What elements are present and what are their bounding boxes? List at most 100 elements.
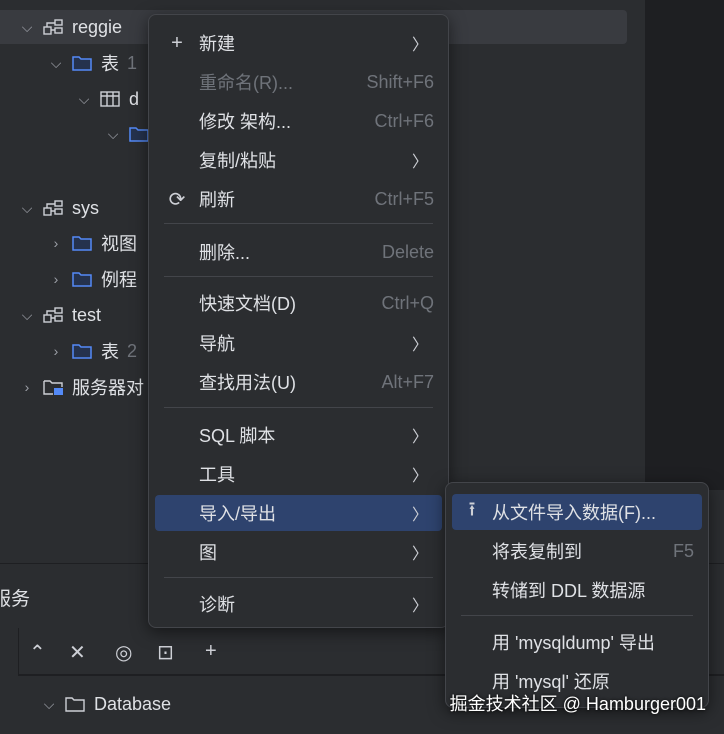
folder-icon <box>72 344 92 359</box>
menu-item-new[interactable]: + 新建 〉 <box>155 25 442 61</box>
menu-item-diagnostics[interactable]: 诊断 〉 <box>155 586 442 622</box>
schema-icon <box>43 19 63 35</box>
refresh-icon: ⟳ <box>168 188 186 211</box>
menu-item-rename[interactable]: 重命名(R)... Shift+F6 <box>155 64 442 100</box>
menu-item-modify-schema[interactable]: 修改 架构... Ctrl+F6 <box>155 103 442 139</box>
menu-item-find-usages[interactable]: 查找用法(U) Alt+F7 <box>155 364 442 400</box>
menu-shortcut: F5 <box>672 540 694 561</box>
tree-label: sys <box>72 197 99 218</box>
collapse-all-icon[interactable]: ✕ <box>69 640 86 665</box>
tree-node-tables[interactable]: › 表 2 <box>49 336 137 366</box>
menu-shortcut: Shift+F6 <box>366 71 434 92</box>
menu-label: 图 <box>199 543 217 563</box>
import-export-submenu: ⭱ 从文件导入数据(F)... 将表复制到 F5 转储到 DDL 数据源 用 'my… <box>445 482 709 708</box>
menu-item-navigate[interactable]: 导航 〉 <box>155 325 442 361</box>
menu-shortcut: Ctrl+Q <box>381 292 434 313</box>
upload-icon: ⭱ <box>468 499 476 521</box>
menu-label: 刷新 <box>199 190 235 210</box>
chevron-right-icon: 〉 <box>411 337 428 354</box>
menu-label: 诊断 <box>199 595 235 615</box>
schema-icon <box>43 307 63 323</box>
chevron-right-icon: 〉 <box>411 429 428 446</box>
menu-label: 将表复制到 <box>492 542 582 562</box>
tree-node-sys[interactable]: ⌵ sys <box>20 193 99 223</box>
services-database-node[interactable]: ⌵ Database <box>42 689 171 719</box>
menu-item-refresh[interactable]: ⟳ 刷新 Ctrl+F5 <box>155 181 442 217</box>
tree-node-folder[interactable]: ⌵ <box>106 119 150 149</box>
chevron-down-icon[interactable]: ⌵ <box>20 307 34 324</box>
tree-node-test[interactable]: ⌵ test <box>20 300 101 330</box>
tree-node-tables[interactable]: ⌵ 表 1 <box>49 48 137 78</box>
menu-label: 导入/导出 <box>199 504 277 524</box>
editor-area <box>645 0 724 490</box>
tree-node-server-objects[interactable]: › 服务器对 <box>20 372 144 402</box>
menu-item-copy-paste[interactable]: 复制/粘贴 〉 <box>155 142 442 178</box>
plus-icon: + <box>171 31 183 54</box>
menu-separator <box>461 615 693 616</box>
submenu-item-dump-ddl[interactable]: 转储到 DDL 数据源 <box>452 572 702 608</box>
folder-icon <box>65 697 85 712</box>
menu-label: 复制/粘贴 <box>199 151 277 171</box>
tree-label: Database <box>94 693 172 714</box>
chevron-right-icon[interactable]: › <box>49 271 63 287</box>
tree-node-table[interactable]: ⌵ d <box>77 84 139 114</box>
menu-label: 用 'mysqldump' 导出 <box>492 633 655 653</box>
add-tab-icon[interactable]: ⊡ <box>157 640 174 665</box>
menu-item-tools[interactable]: 工具 〉 <box>155 456 442 492</box>
tree-label: d <box>129 88 140 109</box>
menu-separator <box>164 407 433 408</box>
folder-icon <box>72 236 92 251</box>
menu-label: 转储到 DDL 数据源 <box>492 581 646 601</box>
submenu-item-import-from-file[interactable]: ⭱ 从文件导入数据(F)... <box>452 494 702 530</box>
chevron-right-icon: 〉 <box>411 37 428 54</box>
server-folder-icon <box>43 380 63 395</box>
chevron-down-icon[interactable]: ⌵ <box>42 696 56 713</box>
chevron-right-icon: 〉 <box>411 546 428 563</box>
expand-all-icon[interactable]: ⌃ <box>29 640 46 665</box>
menu-item-sql-scripts[interactable]: SQL 脚本 〉 <box>155 417 442 453</box>
menu-label: 快速文档(D) <box>199 294 296 314</box>
eye-icon[interactable]: ◎ <box>115 640 132 665</box>
menu-separator <box>164 223 433 224</box>
folder-icon <box>72 272 92 287</box>
tree-label: reggie <box>72 16 123 37</box>
tree-node-routines[interactable]: › 例程 <box>49 264 137 294</box>
menu-shortcut: Ctrl+F6 <box>374 110 434 131</box>
tree-label: 表 <box>101 342 119 362</box>
chevron-right-icon: 〉 <box>411 507 428 524</box>
menu-item-quick-doc[interactable]: 快速文档(D) Ctrl+Q <box>155 285 442 321</box>
menu-item-diagrams[interactable]: 图〉 <box>155 534 442 570</box>
chevron-down-icon[interactable]: ⌵ <box>20 19 34 36</box>
schema-icon <box>43 200 63 216</box>
submenu-item-copy-table[interactable]: 将表复制到 F5 <box>452 533 702 569</box>
tree-node-reggie[interactable]: ⌵ reggie <box>20 12 122 42</box>
menu-shortcut: Delete <box>381 241 434 262</box>
chevron-down-icon[interactable]: ⌵ <box>49 55 63 72</box>
submenu-item-mysqldump[interactable]: 用 'mysqldump' 导出 <box>452 624 702 660</box>
menu-label: 重命名(R)... <box>199 73 293 93</box>
tree-node-views[interactable]: › 视图 <box>49 228 137 258</box>
chevron-right-icon[interactable]: › <box>20 379 34 395</box>
tree-label: test <box>72 304 102 325</box>
chevron-right-icon[interactable]: › <box>49 235 63 251</box>
chevron-right-icon[interactable]: › <box>49 343 63 359</box>
menu-label: 工具 <box>199 465 235 485</box>
table-icon <box>100 91 120 107</box>
chevron-down-icon[interactable]: ⌵ <box>106 126 120 143</box>
context-menu: + 新建〉 重命名(R)... Shift+F6 修改 架构... Ctrl+F6 复… <box>148 14 449 628</box>
menu-label: 新建 <box>199 34 235 54</box>
menu-label: 修改 架构... <box>199 112 292 132</box>
menu-item-import-export[interactable]: 导入/导出 〉 <box>155 495 442 531</box>
add-icon[interactable]: + <box>205 640 217 663</box>
menu-separator <box>164 577 433 578</box>
menu-label: SQL 脚本 <box>199 426 276 446</box>
menu-shortcut: Ctrl+F5 <box>374 188 434 209</box>
menu-label: 从文件导入数据(F)... <box>492 503 656 523</box>
menu-separator <box>164 276 433 277</box>
menu-item-delete[interactable]: 删除... Delete <box>155 234 442 270</box>
chevron-right-icon: 〉 <box>411 468 428 485</box>
folder-icon <box>72 56 92 71</box>
tree-label: 表 <box>101 54 119 74</box>
chevron-down-icon[interactable]: ⌵ <box>20 200 34 217</box>
chevron-down-icon[interactable]: ⌵ <box>77 91 91 108</box>
